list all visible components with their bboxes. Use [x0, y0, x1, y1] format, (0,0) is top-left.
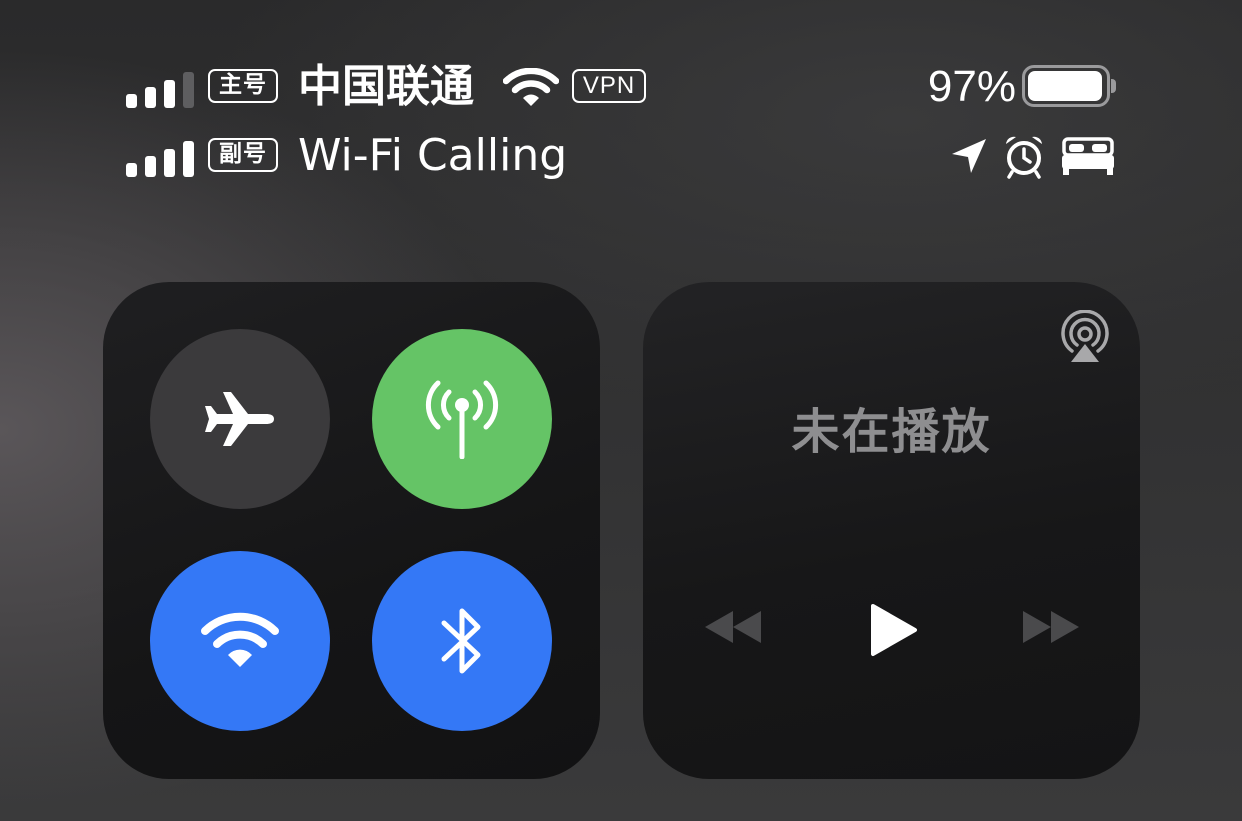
status-bar-primary-line: 主号 中国联通 VPN 97%: [126, 58, 1116, 118]
signal-bar: [145, 156, 156, 177]
location-arrow-icon: [952, 139, 986, 173]
airplane-mode-toggle[interactable]: [150, 329, 330, 509]
now-playing-module: 未在播放: [643, 282, 1140, 779]
primary-sim-badge: 主号: [208, 69, 278, 103]
antenna-icon: [425, 380, 499, 459]
primary-carrier-name: 中国联通: [298, 61, 474, 112]
alarm-clock-icon: [1006, 136, 1042, 179]
signal-bar: [183, 72, 194, 108]
cellular-data-toggle[interactable]: [372, 329, 552, 509]
battery-percentage: 97%: [927, 62, 1016, 111]
signal-bar: [164, 149, 175, 177]
signal-bar: [183, 141, 194, 177]
wifi-toggle[interactable]: [150, 551, 330, 731]
status-icons: [946, 133, 1116, 179]
airplay-audio-icon[interactable]: [1058, 310, 1112, 364]
bluetooth-toggle[interactable]: [372, 551, 552, 731]
play-icon[interactable]: [867, 602, 919, 658]
signal-bar: [164, 80, 175, 108]
now-playing-title: 未在播放: [791, 404, 992, 460]
signal-bar: [145, 87, 156, 108]
rewind-icon[interactable]: [701, 607, 765, 647]
battery-cap: [1111, 79, 1116, 93]
secondary-signal-bars: [126, 141, 196, 177]
airplane-icon: [205, 392, 274, 446]
signal-bar: [126, 94, 137, 108]
fast-forward-icon[interactable]: [1019, 607, 1083, 647]
secondary-carrier-name: Wi-Fi Calling: [298, 130, 568, 181]
vpn-badge: VPN: [572, 69, 646, 103]
sleep-bed-icon: [1062, 137, 1114, 175]
status-bar-secondary-line: 副号 Wi-Fi Calling: [126, 127, 1116, 187]
wifi-status-icon: [503, 68, 559, 106]
primary-signal-bars: [126, 72, 196, 108]
bluetooth-icon: [441, 608, 481, 674]
wifi-icon: [201, 612, 279, 667]
signal-bar: [126, 163, 137, 177]
battery-icon: [1022, 65, 1110, 107]
battery-fill: [1028, 71, 1102, 101]
secondary-sim-badge: 副号: [208, 138, 278, 172]
connectivity-module: [103, 282, 600, 779]
